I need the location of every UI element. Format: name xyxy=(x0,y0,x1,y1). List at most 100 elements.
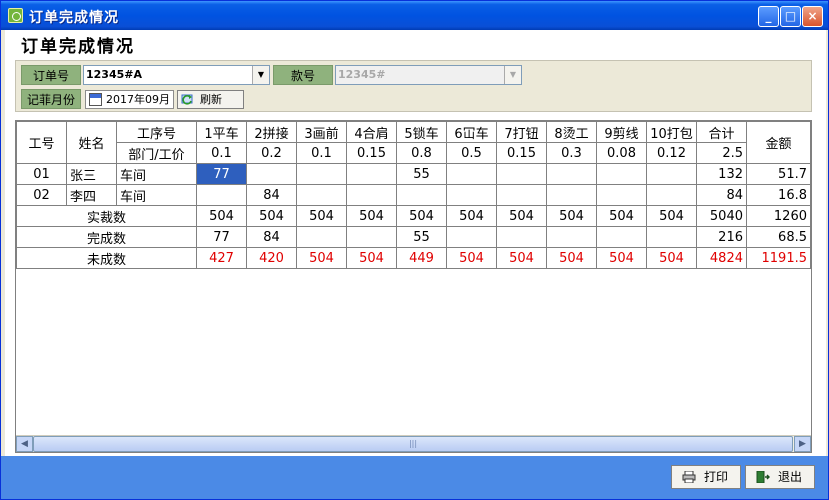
header-total[interactable]: 合计 xyxy=(696,121,747,143)
table-row[interactable]: 02 李四 车间 84 84 16.8 xyxy=(16,184,811,206)
qty-cell[interactable] xyxy=(446,184,497,206)
header-amount[interactable]: 金额 xyxy=(746,121,811,164)
summary-total: 216 xyxy=(696,226,747,248)
header-id[interactable]: 工号 xyxy=(16,121,67,164)
summary-cell: 504 xyxy=(596,247,647,269)
summary-row-done: 完成数 77 84 55 216 68.5 xyxy=(16,226,811,248)
process-header[interactable]: 4合肩 xyxy=(346,121,397,143)
worker-name[interactable]: 李四 xyxy=(66,184,117,206)
worker-id[interactable]: 01 xyxy=(16,163,67,185)
table-row[interactable]: 01 张三 车间 77 55 132 51.7 xyxy=(16,163,811,185)
process-header[interactable]: 2拼接 xyxy=(246,121,297,143)
print-button[interactable]: 打印 xyxy=(671,465,741,489)
summary-cell xyxy=(446,226,497,248)
summary-cell: 504 xyxy=(496,205,547,227)
maximize-button[interactable]: □ xyxy=(780,6,801,27)
summary-cell: 504 xyxy=(646,205,697,227)
month-label: 记菲月份 xyxy=(21,89,81,109)
summary-cell xyxy=(596,226,647,248)
data-grid[interactable]: 工号 姓名 工序号 1平车 2拼接 3画前 4合肩 5锁车 6冚车 7打钮 8烫… xyxy=(15,120,812,453)
qty-cell[interactable] xyxy=(296,163,347,185)
process-header[interactable]: 10打包 xyxy=(646,121,697,143)
selected-cell[interactable]: 77 xyxy=(196,163,247,185)
summary-label: 未成数 xyxy=(16,247,197,269)
qty-cell[interactable] xyxy=(296,184,347,206)
refresh-button[interactable]: 刷新 xyxy=(177,90,244,109)
order-value: 12345#A xyxy=(86,68,142,81)
summary-cell xyxy=(296,226,347,248)
worker-id[interactable]: 02 xyxy=(16,184,67,206)
summary-row-cut: 实裁数 504 504 504 504 504 504 504 504 504 … xyxy=(16,205,811,227)
process-header[interactable]: 3画前 xyxy=(296,121,347,143)
header-name[interactable]: 姓名 xyxy=(66,121,117,164)
summary-cell: 504 xyxy=(346,205,397,227)
month-picker[interactable]: 2017年09月 xyxy=(85,90,174,109)
price-cell: 0.1 xyxy=(196,142,247,164)
qty-cell[interactable] xyxy=(446,163,497,185)
qty-cell[interactable] xyxy=(396,184,447,206)
horizontal-scrollbar[interactable]: ◀ ||| ▶ xyxy=(16,435,811,452)
summary-label: 完成数 xyxy=(16,226,197,248)
calendar-icon xyxy=(89,93,102,106)
exit-button[interactable]: 退出 xyxy=(745,465,815,489)
price-cell: 0.5 xyxy=(446,142,497,164)
chevron-down-icon: ▼ xyxy=(504,66,521,84)
title-bar[interactable]: 订单完成情况 _ □ × xyxy=(1,1,828,30)
qty-cell[interactable] xyxy=(496,163,547,185)
qty-cell[interactable] xyxy=(596,163,647,185)
summary-cell: 504 xyxy=(396,205,447,227)
summary-total: 4824 xyxy=(696,247,747,269)
price-cell: 0.2 xyxy=(246,142,297,164)
qty-cell[interactable] xyxy=(496,184,547,206)
scroll-right-icon[interactable]: ▶ xyxy=(794,436,811,452)
style-label: 款号 xyxy=(273,65,333,85)
summary-cell xyxy=(646,226,697,248)
close-button[interactable]: × xyxy=(802,6,823,27)
process-header[interactable]: 9剪线 xyxy=(596,121,647,143)
summary-cell: 504 xyxy=(446,205,497,227)
filter-panel: 订单号 12345#A ▼ 款号 12345# ▼ 记菲月份 2017年09月 xyxy=(15,60,812,112)
price-cell: 0.15 xyxy=(346,142,397,164)
qty-cell[interactable] xyxy=(346,184,397,206)
summary-cell: 504 xyxy=(346,247,397,269)
print-label: 打印 xyxy=(704,470,729,484)
qty-cell[interactable] xyxy=(346,163,397,185)
qty-cell[interactable] xyxy=(196,184,247,206)
summary-cell: 84 xyxy=(246,226,297,248)
process-header[interactable]: 1平车 xyxy=(196,121,247,143)
price-cell: 0.8 xyxy=(396,142,447,164)
summary-row-remaining: 未成数 427 420 504 504 449 504 504 504 504 … xyxy=(16,247,811,269)
qty-cell[interactable] xyxy=(596,184,647,206)
qty-cell[interactable] xyxy=(646,163,697,185)
price-total: 2.5 xyxy=(696,142,747,164)
row-amount: 16.8 xyxy=(746,184,811,206)
qty-cell[interactable]: 84 xyxy=(246,184,297,206)
qty-cell[interactable] xyxy=(546,184,597,206)
order-combo[interactable]: 12345#A ▼ xyxy=(83,65,270,85)
chevron-down-icon[interactable]: ▼ xyxy=(252,66,269,84)
printer-icon xyxy=(682,471,696,483)
header-dept-price[interactable]: 部门/工价 xyxy=(116,142,197,164)
qty-cell[interactable] xyxy=(646,184,697,206)
process-header[interactable]: 8烫工 xyxy=(546,121,597,143)
qty-cell[interactable] xyxy=(246,163,297,185)
window-title: 订单完成情况 xyxy=(29,10,119,26)
qty-cell[interactable] xyxy=(546,163,597,185)
scroll-left-icon[interactable]: ◀ xyxy=(16,436,33,452)
header-process[interactable]: 工序号 xyxy=(116,121,197,143)
worker-name[interactable]: 张三 xyxy=(66,163,117,185)
summary-cell: 504 xyxy=(296,247,347,269)
content-area: 订单完成情况 订单号 12345#A ▼ 款号 12345# ▼ 记菲月份 20… xyxy=(5,30,826,456)
process-header[interactable]: 5锁车 xyxy=(396,121,447,143)
minimize-button[interactable]: _ xyxy=(758,6,779,27)
price-cell: 0.1 xyxy=(296,142,347,164)
worker-dept[interactable]: 车间 xyxy=(116,163,197,185)
process-header[interactable]: 6冚车 xyxy=(446,121,497,143)
worker-dept[interactable]: 车间 xyxy=(116,184,197,206)
price-cell: 0.08 xyxy=(596,142,647,164)
qty-cell[interactable]: 55 xyxy=(396,163,447,185)
main-window: 订单完成情况 _ □ × 订单完成情况 订单号 12345#A ▼ 款号 123… xyxy=(0,0,829,500)
style-value: 12345# xyxy=(338,68,386,81)
scroll-thumb[interactable]: ||| xyxy=(33,436,793,452)
process-header[interactable]: 7打钮 xyxy=(496,121,547,143)
